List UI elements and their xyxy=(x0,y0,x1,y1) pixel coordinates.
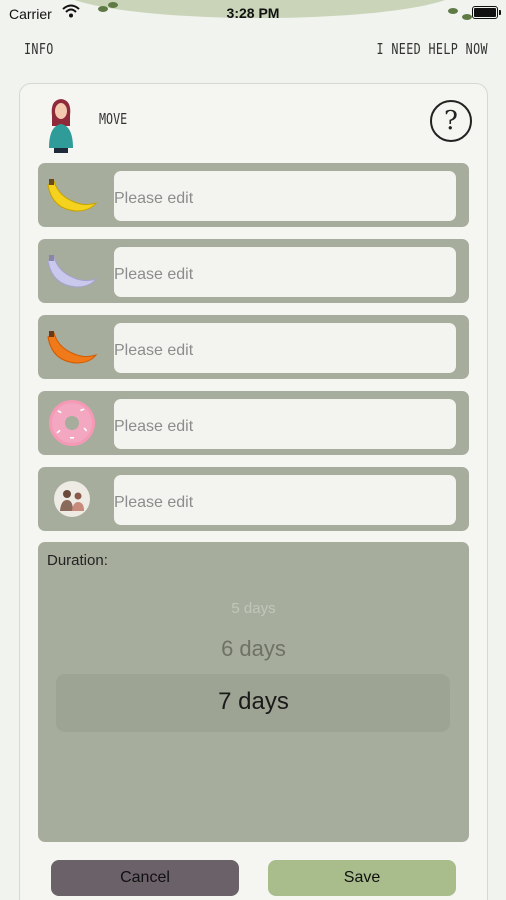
lavender-banana-icon xyxy=(47,255,98,288)
entry-row xyxy=(38,163,469,227)
duration-option-selected[interactable]: 7 days xyxy=(38,688,469,716)
orange-banana-icon xyxy=(47,331,98,364)
duration-label: Duration: xyxy=(47,552,108,569)
pink-donut-icon xyxy=(49,400,95,446)
entry-input[interactable] xyxy=(114,171,456,221)
entry-row xyxy=(38,239,469,303)
cancel-button[interactable]: Cancel xyxy=(51,860,239,896)
status-bar: Carrier 3:28 PM xyxy=(0,0,506,28)
entry-input[interactable] xyxy=(114,475,456,525)
info-link[interactable]: INFO xyxy=(24,40,54,58)
section-title: MOVE xyxy=(99,110,128,128)
entry-input[interactable] xyxy=(114,399,456,449)
woman-avatar-icon xyxy=(49,99,73,153)
duration-panel: Duration: 5 days 6 days 7 days xyxy=(38,542,469,842)
entry-input[interactable] xyxy=(114,247,456,297)
question-mark-icon[interactable]: ? xyxy=(430,100,472,142)
battery-icon xyxy=(472,6,501,19)
duration-option[interactable]: 6 days xyxy=(38,636,469,662)
entry-row xyxy=(38,391,469,455)
entry-input[interactable] xyxy=(114,323,456,373)
yellow-banana-icon xyxy=(47,179,98,212)
entry-row xyxy=(38,467,469,531)
entry-row xyxy=(38,315,469,379)
save-button[interactable]: Save xyxy=(268,860,456,896)
duration-option[interactable]: 5 days xyxy=(38,600,469,617)
people-circle-icon xyxy=(54,481,90,517)
help-now-link[interactable]: I NEED HELP NOW xyxy=(376,40,488,58)
status-time: 3:28 PM xyxy=(226,5,280,21)
